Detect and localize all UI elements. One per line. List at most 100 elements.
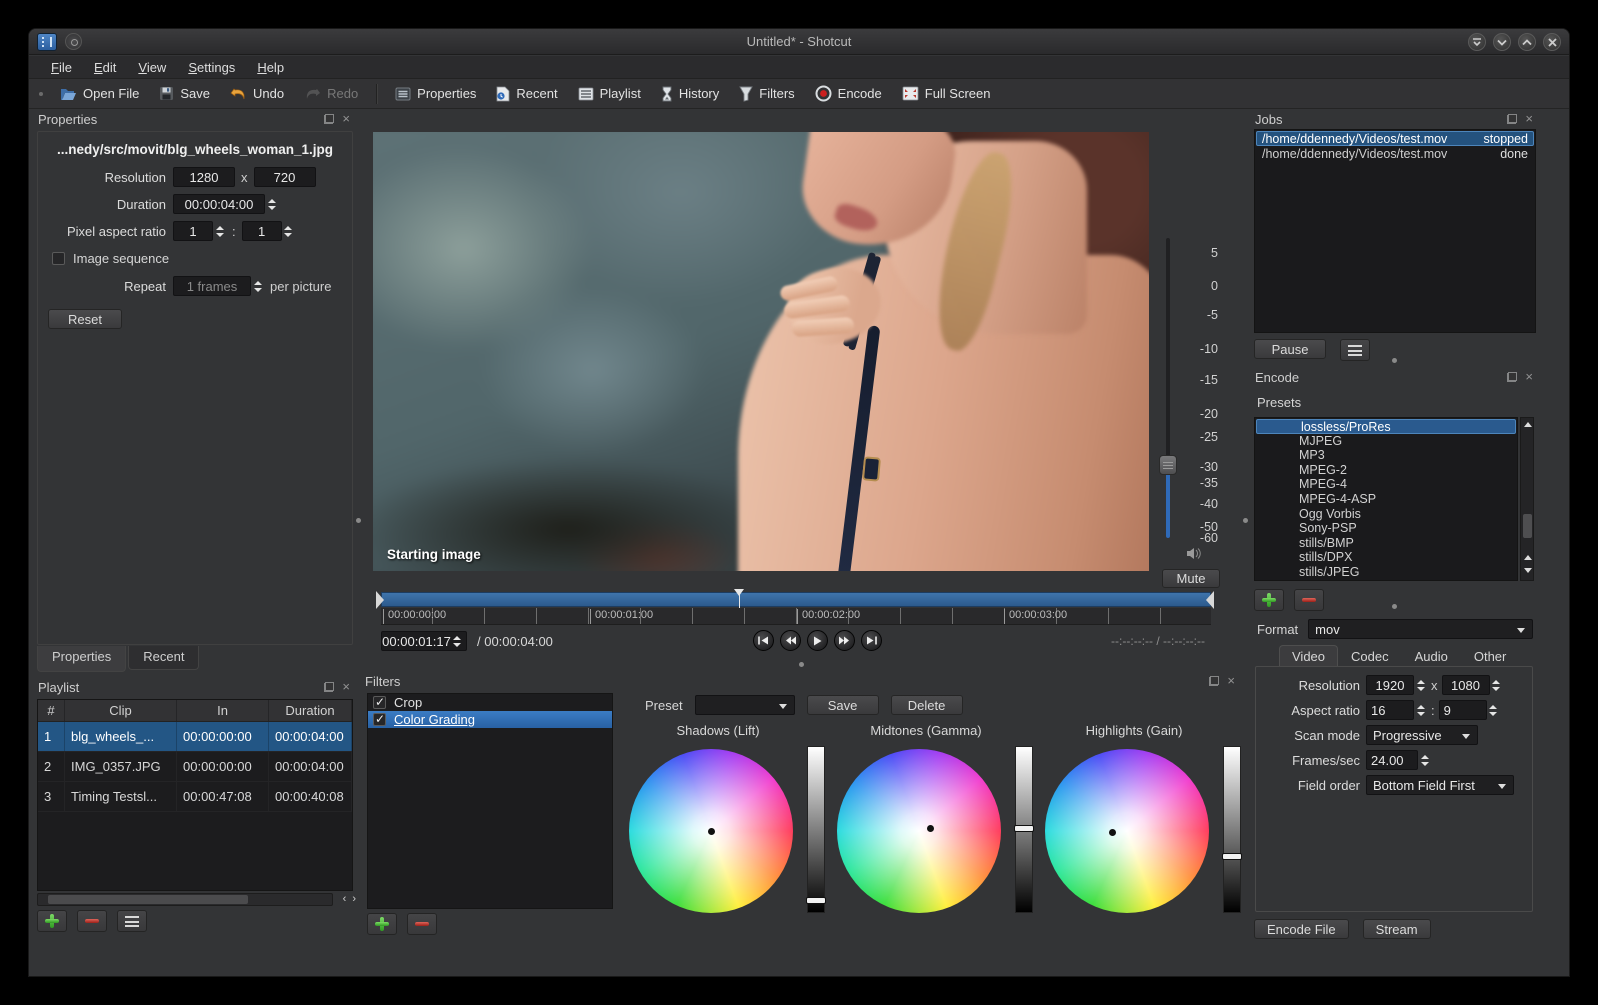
encode-file-button[interactable]: Encode File <box>1254 919 1349 939</box>
tab-audio[interactable]: Audio <box>1402 645 1461 667</box>
wheel-cursor[interactable] <box>708 828 715 835</box>
preset-item[interactable]: MPEG-4-ASP <box>1255 492 1517 507</box>
tab-codec[interactable]: Codec <box>1338 645 1402 667</box>
repeat-field[interactable]: 1 frames <box>173 276 251 296</box>
playlist-row[interactable]: 3 Timing Testsl... 00:00:47:08 00:00:40:… <box>38 782 352 812</box>
scroll-down-icon[interactable] <box>1524 568 1532 573</box>
duration-field[interactable]: 00:00:04:00 <box>173 194 265 214</box>
wheel-cursor[interactable] <box>927 825 934 832</box>
format-dropdown[interactable]: mov <box>1308 619 1533 639</box>
close-panel-icon[interactable]: × <box>342 112 350 125</box>
close-panel-icon[interactable]: × <box>1525 370 1533 383</box>
resolution-width-field[interactable]: 1280 <box>173 167 235 187</box>
aspect-w-field[interactable]: 16 <box>1366 700 1414 720</box>
field-order-dropdown[interactable]: Bottom Field First <box>1366 775 1514 795</box>
menu-item[interactable]: Help <box>247 58 294 77</box>
preset-item[interactable]: stills/BMP <box>1255 536 1517 551</box>
scan-mode-dropdown[interactable]: Progressive <box>1366 725 1478 745</box>
slider-handle[interactable] <box>1222 853 1242 860</box>
midtones-level-slider[interactable] <box>1014 746 1034 913</box>
minimize-button[interactable] <box>1493 33 1511 51</box>
image-sequence-checkbox[interactable] <box>52 252 65 265</box>
par-denominator-spinner[interactable] <box>282 222 295 240</box>
spinner[interactable] <box>1487 701 1500 719</box>
filter-checkbox[interactable] <box>373 695 386 709</box>
shade-button[interactable] <box>1468 33 1486 51</box>
spinner[interactable] <box>1418 751 1431 769</box>
rewind-button[interactable] <box>780 630 801 651</box>
preset-delete-button[interactable]: Delete <box>890 695 963 715</box>
preset-item[interactable]: MPEG-2 <box>1255 463 1517 478</box>
stream-button[interactable]: Stream <box>1362 919 1431 939</box>
full-screen-button[interactable]: Full Screen <box>894 83 999 104</box>
menu-item[interactable]: File <box>41 58 82 77</box>
playlist-add-button[interactable] <box>37 910 67 932</box>
playlist-remove-button[interactable] <box>77 910 107 932</box>
par-numerator-field[interactable]: 1 <box>173 221 213 241</box>
resolution-height-field[interactable]: 720 <box>253 167 316 187</box>
recent-button[interactable]: Recent <box>488 83 565 105</box>
aspect-h-field[interactable]: 9 <box>1438 700 1487 720</box>
reset-button[interactable]: Reset <box>48 309 122 329</box>
presets-scrollbar[interactable] <box>1520 417 1534 581</box>
par-numerator-spinner[interactable] <box>213 222 226 240</box>
shadows-level-slider[interactable] <box>806 746 826 913</box>
spinner[interactable] <box>1414 676 1427 694</box>
filter-row[interactable]: Crop <box>368 694 612 711</box>
filter-preset-dropdown[interactable] <box>694 695 795 715</box>
repeat-spinner[interactable] <box>251 277 264 295</box>
playlist-row[interactable]: 1 blg_wheels_... 00:00:00:00 00:00:04:00 <box>38 722 352 752</box>
out-point-marker[interactable] <box>1206 591 1214 609</box>
preset-item[interactable]: stills/DPX <box>1255 550 1517 565</box>
slider-handle[interactable] <box>1014 825 1034 832</box>
float-panel-icon[interactable] <box>1507 114 1518 124</box>
scroll-left-icon[interactable]: ‹ <box>343 893 347 905</box>
current-time-field[interactable]: 00:00:01:17 <box>381 631 467 651</box>
menu-item[interactable]: Edit <box>84 58 126 77</box>
float-panel-icon[interactable] <box>324 682 335 692</box>
timeline-ruler[interactable]: 00:00:00:00 00:00:01:00 00:00:02:00 00:0… <box>381 608 1211 625</box>
playlist-hscrollbar[interactable] <box>37 893 333 906</box>
highlights-color-wheel[interactable] <box>1045 749 1209 913</box>
playlist-button[interactable]: Playlist <box>570 83 649 104</box>
filter-checkbox[interactable] <box>373 712 386 726</box>
save-button[interactable]: Save <box>151 83 218 104</box>
float-panel-icon[interactable] <box>324 114 335 124</box>
splitter-handle[interactable] <box>356 518 361 523</box>
float-panel-icon[interactable] <box>1209 676 1220 686</box>
jobs-pause-button[interactable]: Pause <box>1254 339 1326 359</box>
skip-to-end-button[interactable] <box>861 630 882 651</box>
tab-properties[interactable]: Properties <box>37 646 127 672</box>
menu-item[interactable]: Settings <box>178 58 245 77</box>
shadows-color-wheel[interactable] <box>629 749 793 913</box>
filter-remove-button[interactable] <box>407 913 437 935</box>
volume-slider-handle[interactable] <box>1159 455 1177 475</box>
open-file-button[interactable]: Open File <box>51 83 147 105</box>
close-panel-icon[interactable]: × <box>1227 674 1235 687</box>
spinner[interactable] <box>1490 676 1503 694</box>
history-button[interactable]: History <box>653 83 727 105</box>
timeline-scrubber[interactable] <box>376 589 1214 611</box>
playlist-menu-button[interactable] <box>117 910 147 932</box>
float-panel-icon[interactable] <box>1507 372 1518 382</box>
video-preview[interactable]: Starting image <box>373 132 1149 571</box>
job-row[interactable]: /home/ddennedy/Videos/test.mov stopped <box>1256 131 1534 146</box>
in-point-marker[interactable] <box>376 591 384 609</box>
tab-recent[interactable]: Recent <box>128 646 200 670</box>
enc-resolution-height-field[interactable]: 1080 <box>1441 675 1490 695</box>
scroll-right-icon[interactable]: › <box>352 893 356 905</box>
playlist-row[interactable]: 2 IMG_0357.JPG 00:00:00:00 00:00:04:00 <box>38 752 352 782</box>
splitter-handle[interactable] <box>1243 518 1248 523</box>
spinner[interactable] <box>1414 701 1427 719</box>
filter-add-button[interactable] <box>367 913 397 935</box>
close-panel-icon[interactable]: × <box>342 680 350 693</box>
tab-video[interactable]: Video <box>1279 645 1339 667</box>
filter-row[interactable]: Color Grading <box>368 711 612 728</box>
close-panel-icon[interactable]: × <box>1525 112 1533 125</box>
wheel-cursor[interactable] <box>1109 829 1116 836</box>
fast-forward-button[interactable] <box>834 630 855 651</box>
preset-item[interactable]: lossless/ProRes <box>1256 419 1516 434</box>
current-time-spinner[interactable] <box>451 632 464 650</box>
properties-button[interactable]: Properties <box>387 83 484 104</box>
scroll-up-icon[interactable] <box>1524 555 1532 560</box>
